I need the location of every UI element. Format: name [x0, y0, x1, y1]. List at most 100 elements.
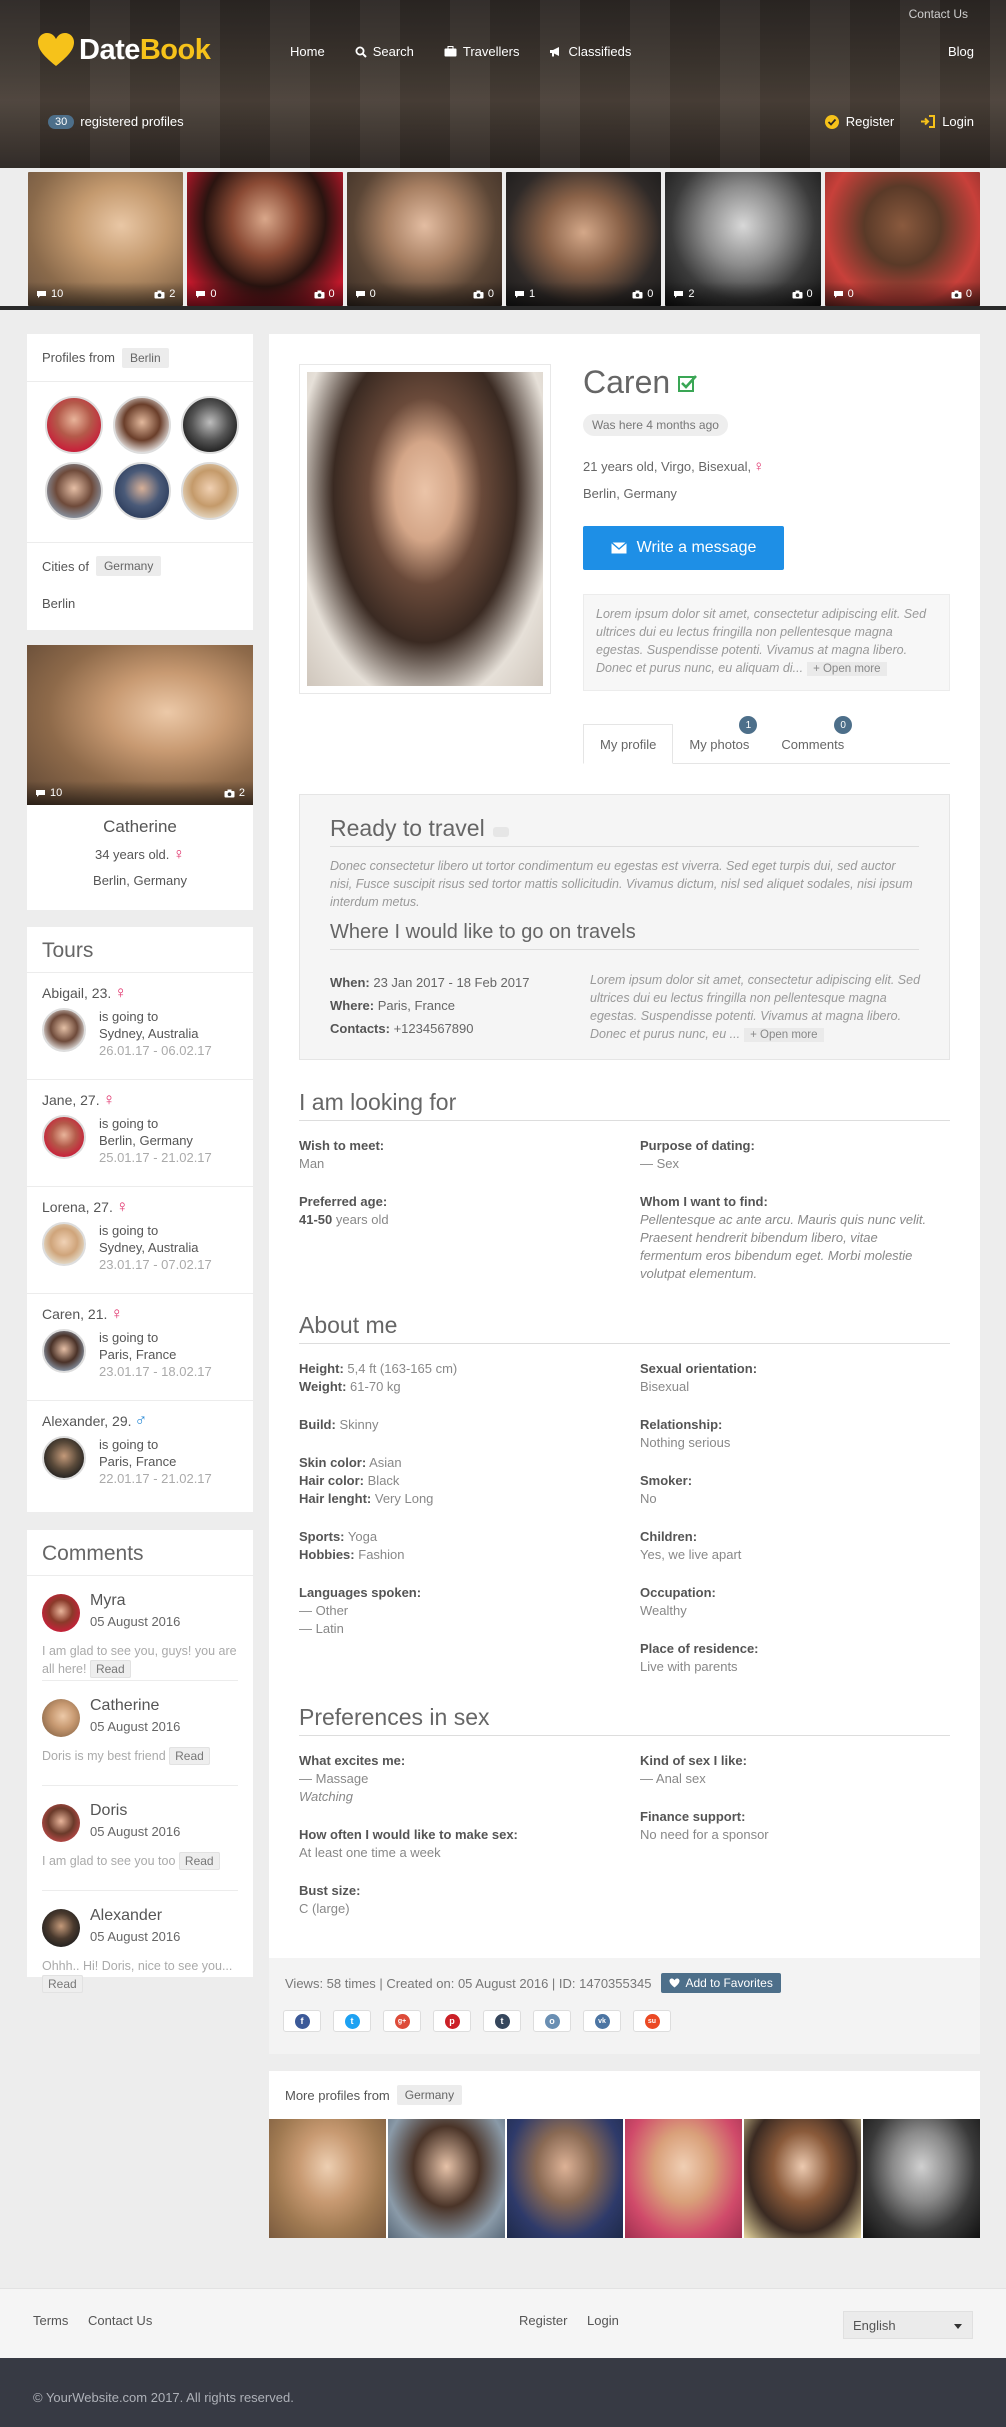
comments-title: Comments: [27, 1530, 253, 1576]
female-icon: ♀: [110, 1304, 124, 1323]
tour-item[interactable]: Lorena, 27. ♀ is going to Sydney, Australi…: [27, 1187, 253, 1294]
share-pinterest[interactable]: p: [433, 2010, 471, 2032]
field-label: Whom I want to find:: [640, 1194, 768, 1209]
featured-age-text: 34 years old.: [94, 847, 170, 862]
avatar[interactable]: [42, 1222, 86, 1266]
more-profile-photo[interactable]: [269, 2119, 386, 2238]
footer-terms-link[interactable]: Terms: [33, 2313, 68, 2328]
open-more-button[interactable]: + Open more: [807, 662, 887, 676]
profile-photo[interactable]: [307, 372, 543, 686]
strip-profile-2[interactable]: 00: [187, 172, 343, 306]
suitcase-icon: [444, 46, 457, 57]
share-odnoklassniki[interactable]: o: [533, 2010, 571, 2032]
share-facebook[interactable]: f: [283, 2010, 321, 2032]
avatar[interactable]: [42, 1909, 80, 1947]
login-link[interactable]: Login: [920, 114, 974, 129]
field-value: Live with parents: [640, 1659, 738, 1674]
share-twitter[interactable]: t: [333, 2010, 371, 2032]
tab-my-photos[interactable]: My photos 1: [673, 716, 765, 764]
contact-us-link[interactable]: Contact Us: [909, 7, 968, 21]
more-profile-photo[interactable]: [863, 2119, 980, 2238]
footer-contact-link[interactable]: Contact Us: [88, 2313, 152, 2328]
share-stumbleupon[interactable]: su: [633, 2010, 671, 2032]
logo-text-date: Date: [79, 33, 140, 66]
strip-profile-1[interactable]: 10 2: [28, 172, 184, 306]
share-vk[interactable]: vk: [583, 2010, 621, 2032]
more-country-tag[interactable]: Germany: [396, 2085, 463, 2105]
read-button[interactable]: Read: [89, 1660, 131, 1678]
nav-search[interactable]: Search: [355, 44, 414, 59]
footer-register-link[interactable]: Register: [519, 2313, 567, 2328]
avatar[interactable]: [42, 1115, 86, 1159]
add-to-favorites-button[interactable]: Add to Favorites: [661, 1973, 781, 1993]
nav-home-label: Home: [290, 44, 325, 59]
comment-author[interactable]: Doris: [90, 1802, 127, 1820]
comment-author[interactable]: Alexander: [90, 1907, 162, 1925]
avatar[interactable]: [45, 396, 103, 454]
strip-profile-5[interactable]: 20: [665, 172, 821, 306]
more-profile-photo[interactable]: [387, 2119, 505, 2238]
avatar[interactable]: [113, 462, 171, 520]
nav-home[interactable]: Home: [290, 44, 325, 59]
more-profile-photo[interactable]: [744, 2119, 862, 2238]
avatar[interactable]: [181, 462, 239, 520]
avatar[interactable]: [42, 1699, 80, 1737]
featured-profile-card[interactable]: 10 2 Catherine 34 years old. ♀ Berlin, Ge…: [27, 645, 253, 910]
avatar[interactable]: [42, 1594, 80, 1632]
read-button[interactable]: Read: [178, 1852, 220, 1870]
open-more-button[interactable]: + Open more: [744, 1028, 824, 1042]
photos-value: 0: [487, 288, 494, 300]
comment-author[interactable]: Myra: [90, 1592, 126, 1610]
heart-logo-icon: [38, 33, 74, 66]
more-profile-photo[interactable]: [625, 2119, 743, 2238]
tab-my-profile[interactable]: My profile: [583, 724, 674, 764]
featured-name[interactable]: Catherine: [27, 817, 253, 837]
comments-value: 0: [369, 288, 376, 300]
register-link[interactable]: Register: [824, 114, 894, 129]
tour-item[interactable]: Jane, 27. ♀ is going to Berlin, Germany 25.…: [27, 1080, 253, 1187]
more-profile-photo[interactable]: [506, 2119, 624, 2238]
strip-profile-3[interactable]: 00: [346, 172, 502, 306]
avatar[interactable]: [42, 1436, 86, 1480]
field-label: Sexual orientation:: [640, 1361, 758, 1376]
photos-count: 0: [951, 288, 972, 300]
city-link[interactable]: Berlin: [42, 596, 75, 611]
profiles-city-tag[interactable]: Berlin: [121, 347, 169, 368]
avatar[interactable]: [42, 1804, 80, 1842]
share-google-plus[interactable]: g+: [383, 2010, 421, 2032]
tour-item[interactable]: Caren, 21. ♀ is going to Paris, France 23.0…: [27, 1294, 253, 1401]
strip-profile-4[interactable]: 10: [505, 172, 662, 306]
tab-comments[interactable]: Comments 0: [765, 716, 860, 764]
cities-of-header: Cities of Germany: [42, 556, 162, 576]
read-button[interactable]: Read: [42, 1975, 83, 1993]
share-tumblr[interactable]: t: [483, 2010, 521, 2032]
cities-country-tag[interactable]: Germany: [95, 556, 162, 576]
avatar[interactable]: [45, 462, 103, 520]
more-profiles-header: More profiles from Germany: [269, 2071, 980, 2119]
strip-profile-6[interactable]: 00: [824, 172, 980, 306]
read-button[interactable]: Read: [169, 1747, 210, 1765]
avatar[interactable]: [42, 1008, 86, 1052]
field-label: Hair lenght:: [299, 1491, 372, 1506]
write-message-button[interactable]: Write a message: [583, 526, 784, 570]
avatar[interactable]: [42, 1329, 86, 1373]
footer-login-link[interactable]: Login: [587, 2313, 619, 2328]
avatar[interactable]: [181, 396, 239, 454]
comment-author[interactable]: Catherine: [90, 1697, 159, 1715]
camera-icon: [632, 290, 643, 298]
nav-classifieds[interactable]: Classifieds: [549, 44, 631, 59]
comments-icon: [833, 290, 843, 298]
site-footer: Terms Contact Us Register Login English: [0, 2288, 1006, 2358]
featured-photo[interactable]: 10 2: [27, 645, 253, 805]
tour-item[interactable]: Abigail, 23. ♀ is going to Sydney, Austral…: [27, 973, 253, 1080]
nav-blog[interactable]: Blog: [948, 44, 974, 59]
language-select[interactable]: English: [843, 2311, 973, 2339]
nav-travellers[interactable]: Travellers: [444, 44, 519, 59]
field-value: Asian: [369, 1455, 402, 1470]
strip-meta: 10 2: [28, 282, 184, 306]
comments-count: 10: [36, 288, 63, 300]
tour-item[interactable]: Alexander, 29. ♂ is going to Paris, France…: [27, 1401, 253, 1508]
avatar[interactable]: [113, 396, 171, 454]
site-logo[interactable]: Date Book: [37, 32, 211, 68]
field-label: How often I would like to make sex:: [299, 1827, 518, 1842]
